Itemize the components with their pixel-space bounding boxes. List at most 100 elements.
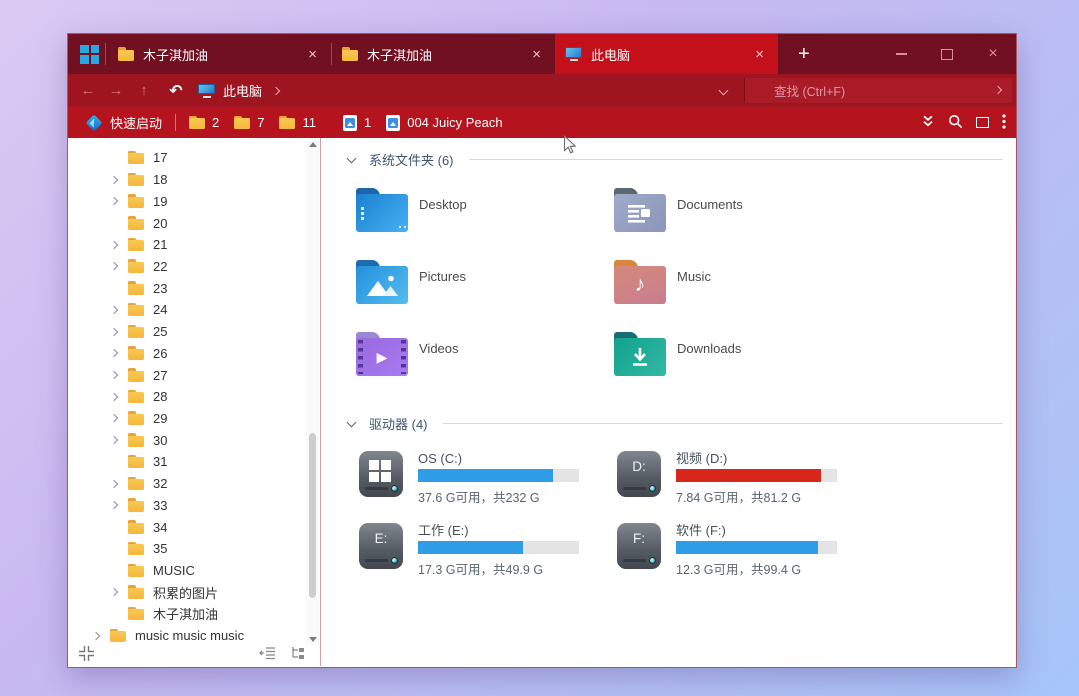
quick-launch-label[interactable]: 快速启动	[110, 113, 162, 132]
expand-chevron-icon[interactable]	[109, 175, 119, 184]
folder-item-pictures[interactable]: Pictures	[356, 260, 466, 304]
expand-chevron-icon[interactable]	[109, 305, 119, 315]
double-chevron-down-icon[interactable]	[921, 114, 935, 131]
tree-item[interactable]: 31	[68, 451, 306, 473]
expand-chevron-icon[interactable]	[91, 631, 101, 640]
breadcrumb-location[interactable]: 此电脑	[223, 81, 262, 100]
folder-icon	[128, 324, 144, 339]
quick-launch-icon[interactable]	[85, 114, 103, 131]
search-go-icon[interactable]	[993, 85, 1003, 95]
toolbar-shortcut-image[interactable]: 1	[342, 114, 371, 131]
folder-item-downloads[interactable]: Downloads	[614, 332, 741, 376]
minimize-button[interactable]	[878, 34, 924, 74]
drive-item-d[interactable]: D: 视频 (D:) 7.84 G可用，共81.2 G	[617, 451, 837, 506]
scroll-down-icon[interactable]	[308, 637, 317, 642]
back-icon[interactable]: ←	[76, 74, 100, 107]
expand-chevron-icon[interactable]	[109, 501, 119, 510]
sidebar-scrollbar[interactable]	[306, 138, 319, 646]
expand-chevron-icon[interactable]	[109, 327, 119, 336]
tree-item[interactable]: 33	[68, 495, 306, 517]
folder-icon	[128, 585, 144, 599]
tree-item[interactable]: 29	[68, 408, 306, 430]
collapse-all-icon[interactable]	[78, 645, 95, 667]
preview-pane-icon[interactable]	[976, 117, 989, 128]
windows-logo-icon[interactable]	[80, 44, 99, 64]
expand-chevron-icon[interactable]	[109, 262, 119, 271]
section-rule	[468, 159, 1003, 160]
breadcrumb-chevron-icon[interactable]	[271, 86, 281, 95]
tab-1[interactable]: 木子淇加油 ×	[108, 34, 331, 74]
toolbar-shortcut-folder[interactable]: 7	[234, 115, 264, 130]
tree-item[interactable]: 27	[68, 364, 306, 386]
folder-item-videos[interactable]: ▶ Videos	[356, 332, 459, 376]
tree-item[interactable]: music music music	[68, 625, 306, 645]
tab-close-icon[interactable]: ×	[528, 45, 545, 64]
tree-item[interactable]: 34	[68, 516, 306, 538]
expand-chevron-icon[interactable]	[109, 587, 119, 597]
tree-item[interactable]: 30	[68, 429, 306, 451]
tree-item[interactable]: 21	[68, 234, 306, 256]
folder-item-desktop[interactable]: Desktop	[356, 188, 467, 232]
pictures-folder-icon	[356, 260, 408, 304]
tree-item[interactable]: 26	[68, 342, 306, 364]
expand-chevron-icon[interactable]	[109, 370, 119, 380]
search-icon[interactable]	[948, 114, 963, 132]
expand-chevron-icon[interactable]	[109, 349, 119, 358]
tab-label: 此电脑	[591, 47, 631, 63]
drive-name: 工作 (E:)	[418, 523, 469, 538]
toolbar-shortcut-image[interactable]: 004 Juicy Peach	[386, 114, 503, 131]
toolbar-shortcut-folder[interactable]: 2	[189, 115, 219, 130]
close-button[interactable]: ×	[970, 34, 1016, 74]
breadcrumb[interactable]: 此电脑	[198, 74, 281, 107]
tree-item[interactable]: 20	[68, 212, 306, 234]
forward-icon[interactable]: →	[104, 74, 128, 107]
maximize-button[interactable]	[924, 34, 970, 74]
tab-this-pc-active[interactable]: 此电脑 ×	[555, 34, 778, 74]
tree-item[interactable]: 木子淇加油	[68, 603, 306, 625]
drive-item-e[interactable]: E: 工作 (E:) 17.3 G可用，共49.9 G	[359, 523, 579, 578]
tree-item[interactable]: 22	[68, 256, 306, 278]
tree-item[interactable]: 28	[68, 386, 306, 408]
more-options-icon[interactable]	[1002, 113, 1006, 132]
up-icon[interactable]: ↑	[132, 74, 156, 107]
search-input[interactable]: 查找 (Ctrl+F)	[744, 78, 1012, 103]
toolbar-shortcut-folder[interactable]: 11	[279, 115, 316, 130]
scrollbar-thumb[interactable]	[309, 433, 316, 598]
expand-chevron-icon[interactable]	[109, 479, 119, 488]
folder-icon	[128, 302, 144, 317]
play-glyph: ▶	[376, 348, 388, 365]
tree-item[interactable]: 18	[68, 169, 306, 191]
expand-chevron-icon[interactable]	[109, 435, 119, 445]
tab-2[interactable]: 木子淇加油 ×	[332, 34, 555, 74]
tree-item[interactable]: MUSIC	[68, 560, 306, 582]
tree-item[interactable]: 25	[68, 321, 306, 343]
toolbar-right-icons	[921, 107, 1006, 138]
expand-chevron-icon[interactable]	[109, 240, 119, 249]
tree-item[interactable]: 32	[68, 473, 306, 495]
folder-item-music[interactable]: ♪ Music	[614, 260, 711, 304]
tab-close-icon[interactable]: ×	[304, 45, 321, 64]
expand-chevron-icon[interactable]	[109, 197, 119, 206]
tree-view-icon[interactable]	[291, 646, 306, 665]
tab-close-icon[interactable]: ×	[751, 45, 768, 64]
scroll-up-icon[interactable]	[308, 142, 317, 147]
tree-item[interactable]: 35	[68, 538, 306, 560]
tree-item[interactable]: 积累的图片	[68, 581, 306, 603]
address-dropdown-icon[interactable]	[710, 74, 736, 107]
undo-icon[interactable]: ↶	[164, 74, 188, 107]
expand-chevron-icon[interactable]	[109, 414, 119, 423]
drive-item-f[interactable]: F: 软件 (F:) 12.3 G可用，共99.4 G	[617, 523, 837, 578]
music-note-glyph: ♪	[634, 273, 646, 296]
outdent-list-icon[interactable]	[259, 646, 276, 665]
tree-item[interactable]: 17	[68, 147, 306, 169]
folder-item-documents[interactable]: Documents	[614, 188, 743, 232]
tree-item[interactable]: 19	[68, 190, 306, 212]
tree-item[interactable]: 24	[68, 299, 306, 321]
windows-logo-icon	[369, 460, 391, 482]
collapse-section-icon[interactable]	[346, 417, 357, 427]
expand-chevron-icon[interactable]	[109, 392, 119, 402]
new-tab-button[interactable]: +	[792, 44, 816, 64]
tree-item[interactable]: 23	[68, 277, 306, 299]
collapse-section-icon[interactable]	[346, 153, 357, 163]
drive-item-c[interactable]: OS (C:) 37.6 G可用，共232 G	[359, 451, 579, 506]
